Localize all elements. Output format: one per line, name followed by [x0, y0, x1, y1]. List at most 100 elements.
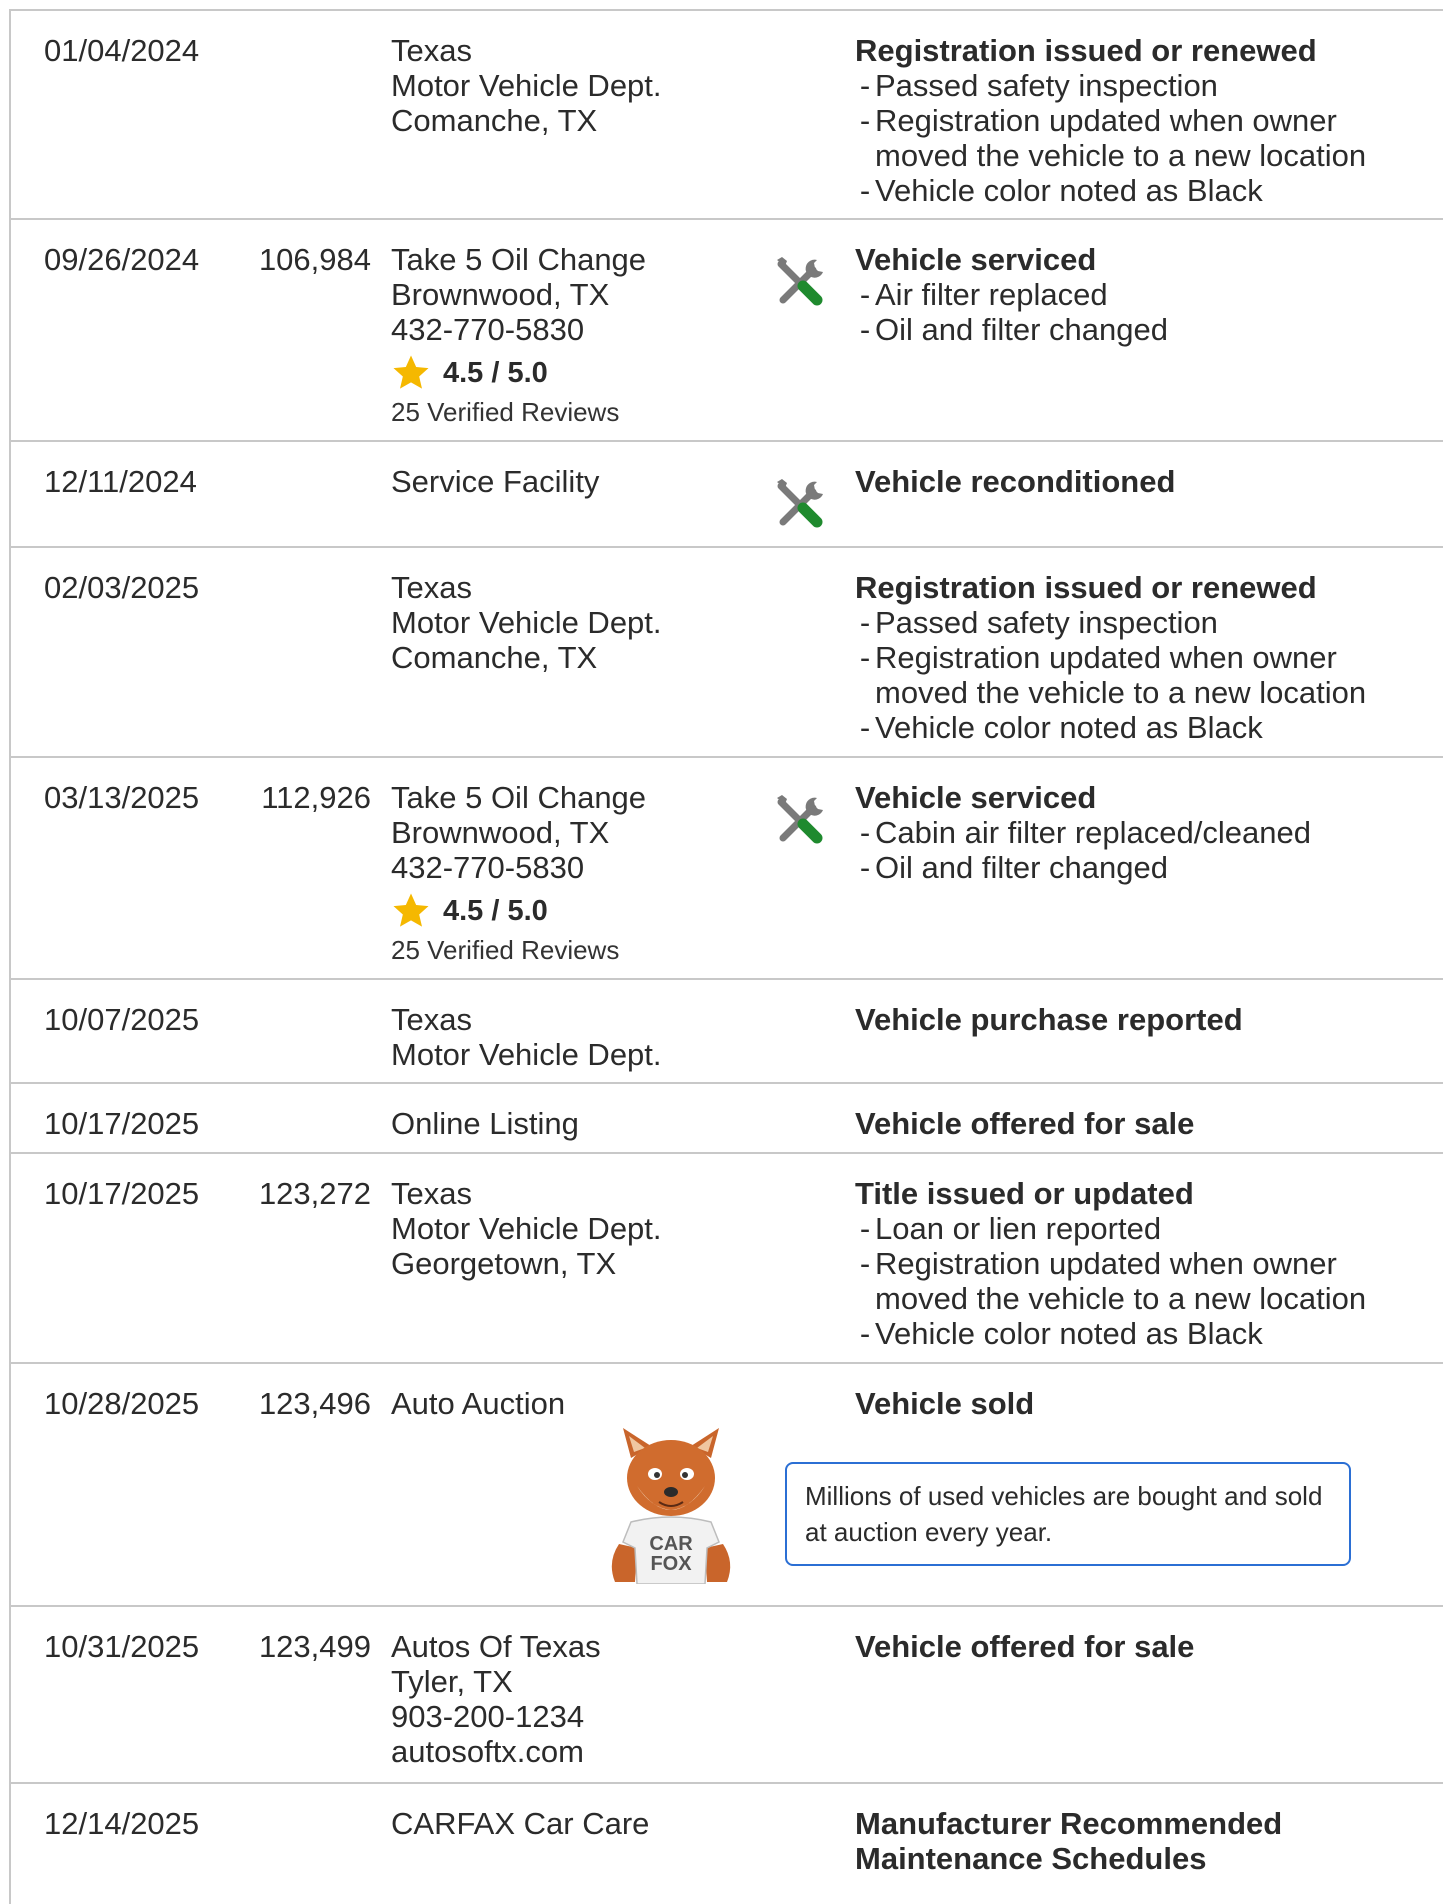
- record-source: Online Listing: [391, 1106, 781, 1141]
- record-source: Auto Auction: [391, 1386, 781, 1421]
- history-row: 02/03/2025 Texas Motor Vehicle Dept. Com…: [11, 548, 1443, 758]
- record-comments: Vehicle reconditioned: [855, 464, 1435, 499]
- source-phone: 432-770-5830: [391, 850, 585, 885]
- history-row: 09/26/2024 106,984 Take 5 Oil Change Bro…: [11, 220, 1443, 442]
- record-title: Vehicle offered for sale: [855, 1106, 1195, 1141]
- history-row: 10/07/2025 Texas Motor Vehicle Dept. Veh…: [11, 980, 1443, 1084]
- source-name: Take 5 Oil Change: [391, 242, 647, 277]
- record-date: 10/17/2025: [44, 1176, 200, 1211]
- source-line: Georgetown, TX: [391, 1246, 617, 1281]
- comment-item: Air filter replaced: [855, 277, 1435, 312]
- record-title: Vehicle serviced: [855, 780, 1097, 815]
- record-date: 01/04/2024: [44, 33, 200, 68]
- record-source: Take 5 Oil Change Brownwood, TX 432-770-…: [391, 242, 781, 429]
- star-icon: [393, 893, 429, 927]
- record-date: 10/17/2025: [44, 1106, 200, 1141]
- record-date: 10/31/2025: [44, 1629, 200, 1664]
- source-name: CARFAX Car Care: [391, 1806, 650, 1841]
- source-line: Brownwood, TX: [391, 277, 610, 312]
- record-source: Service Facility: [391, 464, 781, 499]
- star-icon: [393, 355, 429, 389]
- record-odometer: 123,272: [258, 1176, 371, 1211]
- source-line: Motor Vehicle Dept.: [391, 68, 662, 103]
- record-title: Title issued or updated: [855, 1176, 1194, 1211]
- record-comments: Vehicle serviced Air filter replaced Oil…: [855, 242, 1435, 347]
- source-name: Service Facility: [391, 464, 600, 499]
- wrench-screwdriver-icon: [777, 479, 823, 528]
- record-date: 09/26/2024: [44, 242, 200, 277]
- comment-item: Oil and filter changed: [855, 312, 1435, 347]
- record-title: Vehicle serviced: [855, 242, 1097, 277]
- wrench-screwdriver-icon: [777, 795, 823, 844]
- history-row: 12/14/2025 CARFAX Car Care Manufacturer …: [11, 1784, 1443, 1904]
- source-line: Motor Vehicle Dept.: [391, 1037, 662, 1072]
- shirt-text-car: CAR: [649, 1533, 693, 1555]
- comment-item: Loan or lien reported: [855, 1211, 1435, 1246]
- history-row: 12/11/2024 Service Facility Vehicle reco…: [11, 442, 1443, 548]
- record-odometer: 123,499: [258, 1629, 371, 1664]
- record-source: Texas Motor Vehicle Dept. Comanche, TX: [391, 570, 781, 675]
- comment-item: Registration updated when owner moved th…: [855, 640, 1435, 710]
- source-line: Comanche, TX: [391, 103, 598, 138]
- carfox-mascot: CAR FOX: [611, 1428, 731, 1584]
- record-date: 12/14/2025: [44, 1806, 200, 1841]
- record-odometer: 112,926: [261, 780, 371, 815]
- auction-info-callout: Millions of used vehicles are bought and…: [785, 1462, 1351, 1566]
- record-date: 02/03/2025: [44, 570, 200, 605]
- comment-item: Registration updated when owner moved th…: [855, 1246, 1435, 1316]
- record-title: Registration issued or renewed: [855, 33, 1317, 68]
- record-date: 12/11/2024: [44, 464, 197, 499]
- source-name: Online Listing: [391, 1106, 579, 1141]
- source-line: Texas: [391, 33, 472, 68]
- comment-item: Cabin air filter replaced/cleaned: [855, 815, 1435, 850]
- source-line: Comanche, TX: [391, 640, 598, 675]
- reviews-link[interactable]: 25 Verified Reviews: [391, 933, 781, 967]
- record-comments: Vehicle offered for sale: [855, 1106, 1435, 1141]
- record-odometer: 123,496: [258, 1386, 371, 1421]
- history-row: 01/04/2024 Texas Motor Vehicle Dept. Com…: [11, 11, 1443, 220]
- reviews-link[interactable]: 25 Verified Reviews: [391, 395, 781, 429]
- record-source: Autos Of Texas Tyler, TX 903-200-1234 au…: [391, 1629, 781, 1769]
- history-row: 10/28/2025 123,496 Auto Auction Vehicle …: [11, 1364, 1443, 1607]
- record-comments: Vehicle serviced Cabin air filter replac…: [855, 780, 1435, 885]
- history-row: 10/17/2025 123,272 Texas Motor Vehicle D…: [11, 1154, 1443, 1364]
- record-comments: Registration issued or renewed Passed sa…: [855, 570, 1435, 745]
- record-source: Texas Motor Vehicle Dept.: [391, 1002, 781, 1072]
- source-name: Take 5 Oil Change: [391, 780, 647, 815]
- source-line: Texas: [391, 570, 472, 605]
- comment-item: Oil and filter changed: [855, 850, 1435, 885]
- source-line: Texas: [391, 1002, 472, 1037]
- shirt-text-fox: FOX: [650, 1553, 692, 1575]
- comment-item: Vehicle color noted as Black: [855, 173, 1435, 208]
- rating-value: 4.5 / 5.0: [443, 356, 548, 389]
- record-title: Vehicle reconditioned: [855, 464, 1176, 499]
- source-phone: 432-770-5830: [391, 312, 585, 347]
- record-title: Registration issued or renewed: [855, 570, 1317, 605]
- record-source: Take 5 Oil Change Brownwood, TX 432-770-…: [391, 780, 781, 967]
- record-title: Manufacturer Recommended Maintenance Sch…: [855, 1806, 1283, 1876]
- comment-item: Passed safety inspection: [855, 605, 1435, 640]
- source-line: Brownwood, TX: [391, 815, 610, 850]
- record-comments: Manufacturer Recommended Maintenance Sch…: [855, 1806, 1435, 1876]
- history-row: 10/17/2025 Online Listing Vehicle offere…: [11, 1084, 1443, 1154]
- source-website-link[interactable]: autosoftx.com: [391, 1734, 781, 1769]
- rating-value: 4.5 / 5.0: [443, 894, 548, 927]
- comment-item: Vehicle color noted as Black: [855, 1316, 1435, 1351]
- record-source: CARFAX Car Care: [391, 1806, 781, 1841]
- rating: 4.5 / 5.0: [391, 893, 781, 929]
- record-date: 10/07/2025: [44, 1002, 200, 1037]
- comment-item: Passed safety inspection: [855, 68, 1435, 103]
- source-line: Texas: [391, 1176, 472, 1211]
- wrench-screwdriver-icon: [777, 257, 823, 306]
- record-title: Vehicle purchase reported: [855, 1002, 1243, 1037]
- history-table: 01/04/2024 Texas Motor Vehicle Dept. Com…: [9, 9, 1443, 1904]
- record-source: Texas Motor Vehicle Dept. Comanche, TX: [391, 33, 781, 138]
- record-comments: Vehicle purchase reported: [855, 1002, 1435, 1037]
- record-title: Vehicle sold: [855, 1386, 1035, 1421]
- record-title: Vehicle offered for sale: [855, 1629, 1195, 1664]
- record-source: Texas Motor Vehicle Dept. Georgetown, TX: [391, 1176, 781, 1281]
- comment-item: Registration updated when owner moved th…: [855, 103, 1435, 173]
- history-row: 03/13/2025 112,926 Take 5 Oil Change Bro…: [11, 758, 1443, 980]
- record-comments: Title issued or updated Loan or lien rep…: [855, 1176, 1435, 1351]
- record-comments: Vehicle sold: [855, 1386, 1435, 1421]
